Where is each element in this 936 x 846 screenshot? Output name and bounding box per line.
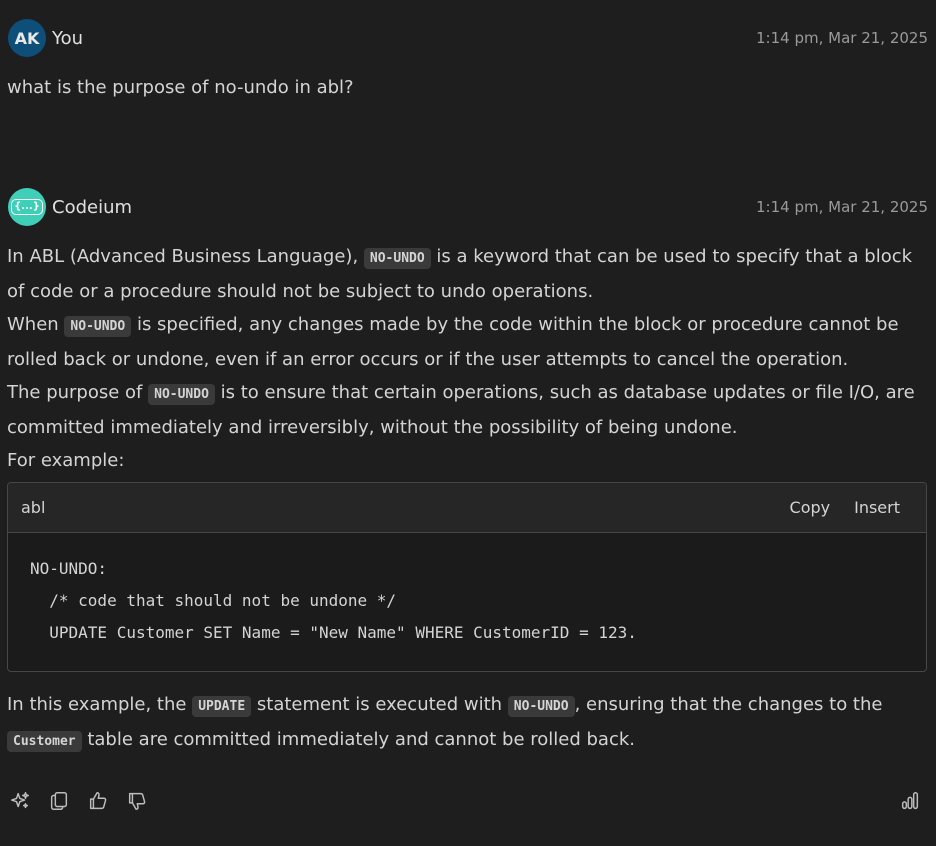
assistant-answer-text: In ABL (Advanced Business Language), NO-…	[7, 240, 928, 477]
inline-code-customer: Customer	[7, 731, 82, 752]
codeium-avatar: {...}	[8, 188, 46, 226]
text-segment: When	[7, 314, 65, 335]
insert-code-button[interactable]: Insert	[854, 498, 900, 517]
text-segment: In ABL (Advanced Business Language),	[7, 246, 364, 267]
inline-code-no-undo: NO-UNDO	[363, 248, 431, 269]
user-message-header: AK You 1:14 pm, Mar 21, 2025	[0, 18, 936, 58]
answer-paragraph-5: In this example, the UPDATE statement is…	[7, 688, 928, 758]
code-language-label: abl	[21, 498, 46, 517]
assistant-timestamp: 1:14 pm, Mar 21, 2025	[756, 198, 928, 216]
answer-paragraph-4: For example:	[7, 450, 125, 471]
answer-paragraph-1: In ABL (Advanced Business Language), NO-…	[7, 240, 928, 308]
user-timestamp: 1:14 pm, Mar 21, 2025	[756, 29, 928, 47]
code-actions: Copy Insert	[790, 498, 900, 517]
code-block-header: abl Copy Insert	[8, 483, 926, 533]
inline-code-no-undo: NO-UNDO	[148, 384, 215, 405]
answer-paragraph-3: The purpose of NO-UNDO is to ensure that…	[7, 376, 928, 444]
text-segment: table are committed immediately and cann…	[81, 729, 635, 750]
code-body: NO-UNDO: /* code that should not be undo…	[8, 533, 926, 669]
inline-code-no-undo: NO-UNDO	[64, 316, 132, 337]
copy-code-button[interactable]: Copy	[790, 498, 831, 517]
assistant-closing-text: In this example, the UPDATE statement is…	[7, 688, 928, 758]
text-segment: statement is executed with	[251, 694, 508, 715]
thumbs-up-icon[interactable]	[86, 789, 110, 813]
text-segment: The purpose of	[7, 382, 149, 403]
thumbs-down-icon[interactable]	[125, 789, 149, 813]
copy-icon[interactable]	[47, 789, 71, 813]
code-block: abl Copy Insert NO-UNDO: /* code that sh…	[7, 482, 927, 672]
user-question: what is the purpose of no-undo in abl?	[7, 77, 354, 98]
assistant-message-header: {...} Codeium 1:14 pm, Mar 21, 2025	[0, 187, 936, 227]
text-segment: is specified, any changes made by the co…	[7, 314, 899, 370]
message-actions-bar	[8, 786, 922, 816]
sparkle-icon[interactable]	[8, 789, 32, 813]
codeium-logo-icon: {...}	[11, 199, 43, 215]
inline-code-update: UPDATE	[192, 696, 252, 717]
user-sender-name: You	[52, 27, 84, 49]
code-line: UPDATE Customer SET Name = "New Name" WH…	[30, 623, 637, 642]
stats-icon[interactable]	[898, 789, 922, 813]
answer-paragraph-2: When NO-UNDO is specified, any changes m…	[7, 308, 928, 376]
code-line: /* code that should not be undone */	[30, 591, 397, 610]
code-line: NO-UNDO:	[30, 559, 108, 578]
user-message-text: what is the purpose of no-undo in abl?	[7, 71, 928, 104]
text-segment: In this example, the	[7, 694, 193, 715]
user-avatar: AK	[8, 19, 46, 57]
text-segment: , ensuring that the changes to the	[574, 694, 883, 715]
inline-code-no-undo: NO-UNDO	[507, 696, 575, 717]
assistant-sender-name: Codeium	[52, 196, 133, 218]
